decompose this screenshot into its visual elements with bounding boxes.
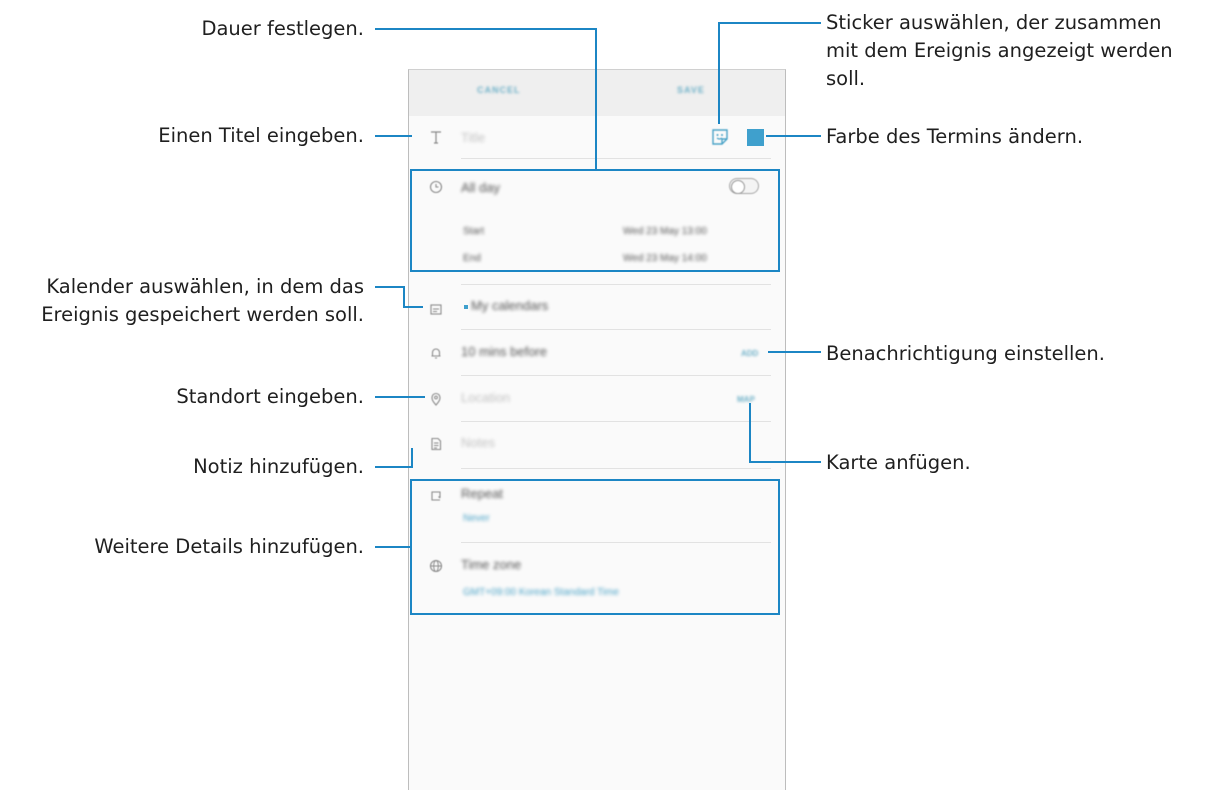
divider: [461, 284, 771, 285]
divider: [461, 158, 771, 159]
more-details-highlight: [410, 479, 780, 615]
annotation-map: Karte anfügen.: [826, 451, 971, 474]
text-icon: [429, 130, 443, 144]
annotation-title: Einen Titel eingeben.: [158, 124, 364, 147]
connector-color: [766, 135, 821, 137]
connector-more-details: [375, 546, 412, 548]
calendar-select[interactable]: My calendars: [471, 298, 548, 313]
connector-duration-v: [595, 28, 597, 170]
location-pin-icon: [429, 392, 443, 406]
annotation-sticker-2: mit dem Ereignis angezeigt werden: [826, 39, 1173, 62]
connector-note-h: [375, 466, 413, 468]
map-button[interactable]: MAP: [737, 395, 755, 404]
connector-duration-h: [375, 28, 597, 30]
connector-note-v: [411, 448, 413, 468]
annotation-color: Farbe des Termins ändern.: [826, 125, 1084, 148]
connector-map-v: [749, 403, 751, 463]
annotation-location: Standort eingeben.: [176, 385, 364, 408]
connector-calendar-h2: [403, 306, 423, 308]
title-input[interactable]: Title: [461, 130, 485, 145]
divider: [461, 421, 771, 422]
annotation-sticker-1: Sticker auswählen, der zusammen: [826, 11, 1162, 34]
annotation-notification: Benachrichtigung einstellen.: [826, 342, 1105, 365]
annotation-sticker-3: soll.: [826, 67, 866, 90]
calendar-icon: [429, 302, 443, 316]
connector-sticker-h: [718, 22, 821, 24]
connector-title: [375, 135, 412, 137]
annotation-duration: Dauer festlegen.: [201, 17, 364, 40]
connector-notification: [768, 351, 821, 353]
annotation-note: Notiz hinzufügen.: [193, 455, 364, 478]
notes-input[interactable]: Notes: [461, 435, 495, 450]
cancel-button[interactable]: CANCEL: [477, 85, 521, 95]
duration-highlight: [410, 169, 780, 272]
connector-location: [375, 396, 425, 398]
divider: [461, 329, 771, 330]
event-color-swatch[interactable]: [747, 129, 764, 146]
location-input[interactable]: Location: [461, 390, 510, 405]
connector-calendar-h1: [375, 286, 405, 288]
connector-sticker-v: [718, 22, 720, 124]
divider: [461, 375, 771, 376]
app-bar: CANCEL SAVE: [409, 70, 785, 116]
annotation-more-details: Weitere Details hinzufügen.: [94, 535, 364, 558]
annotation-calendar-1: Kalender auswählen, in dem das: [46, 275, 364, 298]
bell-icon: [429, 346, 443, 360]
reminder-add-button[interactable]: ADD: [741, 349, 758, 358]
notes-icon: [429, 437, 443, 451]
calendar-color-dot: [464, 305, 468, 309]
connector-map-h: [749, 461, 821, 463]
reminder-value[interactable]: 10 mins before: [461, 344, 547, 359]
connector-calendar-v: [403, 286, 405, 308]
annotation-calendar-2: Ereignis gespeichert werden soll.: [41, 303, 364, 326]
sticker-icon[interactable]: [711, 128, 729, 146]
save-button[interactable]: SAVE: [677, 85, 705, 95]
divider: [461, 468, 771, 469]
